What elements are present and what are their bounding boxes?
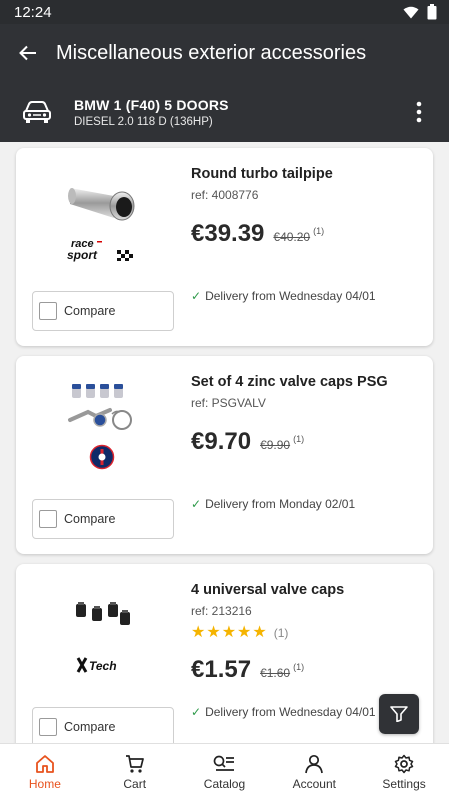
check-icon: ✓ (191, 705, 202, 719)
battery-icon (427, 4, 437, 20)
product-card[interactable]: Tech 4 universal valve caps ref: 213216 … (16, 564, 433, 743)
product-title[interactable]: Set of 4 zinc valve caps PSG (191, 374, 388, 390)
product-title[interactable]: Round turbo tailpipe (191, 166, 333, 182)
checkbox[interactable] (39, 510, 57, 528)
valve-caps-image (62, 586, 142, 646)
price: €1.57 (191, 656, 252, 683)
price-row: €9.70 €9.90 (1) (191, 428, 304, 456)
compare-checkbox[interactable]: Compare (32, 707, 174, 743)
wifi-icon (403, 6, 419, 18)
nav-label: Home (28, 776, 61, 791)
product-card[interactable]: race sport Round turbo tailpipe ref: 400… (16, 148, 433, 346)
checkbox[interactable] (39, 302, 57, 320)
valve-caps-keyring-image (62, 378, 142, 438)
arrow-left-icon (19, 45, 36, 61)
catalog-icon (214, 755, 235, 771)
compare-label: Compare (64, 512, 116, 526)
star-icon: ★ (252, 624, 267, 641)
vehicle-engine: DIESEL 2.0 118 D (136HP) (74, 115, 213, 128)
filter-button[interactable] (379, 694, 419, 734)
delivery-text: Delivery from Monday 02/01 (205, 497, 356, 511)
nav-settings[interactable]: Settings (359, 744, 449, 800)
status-bar: 12:24 (0, 0, 449, 24)
more-vert-icon (416, 101, 422, 123)
compare-label: Compare (64, 304, 116, 318)
delivery-text: Delivery from Wednesday 04/01 (205, 705, 376, 719)
brand-logo: race sport (62, 234, 142, 264)
checkbox[interactable] (39, 718, 57, 736)
nav-home[interactable]: Home (0, 744, 90, 800)
page-title: Miscellaneous exterior accessories (56, 41, 367, 64)
nav-label: Settings (382, 776, 426, 791)
old-price: €1.60 (260, 666, 291, 680)
price-footnote: (1) (313, 226, 325, 236)
svg-text:sport: sport (67, 248, 98, 262)
car-icon (0, 100, 74, 124)
price: €9.70 (191, 428, 252, 455)
star-icon: ★ (191, 624, 206, 641)
star-rating[interactable]: ★ ★ ★ ★ ★ (1) (191, 625, 288, 641)
vehicle-info: BMW 1 (F40) 5 DOORS DIESEL 2.0 118 D (13… (74, 97, 397, 128)
star-icon: ★ (237, 624, 252, 641)
product-ref: ref: 4008776 (191, 188, 259, 202)
check-icon: ✓ (191, 497, 202, 511)
nav-label: Cart (123, 776, 147, 791)
more-options-button[interactable] (397, 90, 441, 134)
delivery-text: Delivery from Wednesday 04/01 (205, 289, 376, 303)
delivery-info: ✓ Delivery from Wednesday 04/01 (191, 705, 376, 719)
price-footnote: (1) (293, 662, 305, 672)
vehicle-bar[interactable]: BMW 1 (F40) 5 DOORS DIESEL 2.0 118 D (13… (0, 82, 449, 142)
svg-text:Tech: Tech (89, 659, 117, 673)
check-icon: ✓ (191, 289, 202, 303)
status-icons (403, 4, 437, 20)
back-button[interactable] (0, 24, 56, 82)
delivery-info: ✓ Delivery from Wednesday 04/01 (191, 289, 376, 303)
product-ref: ref: PSGVALV (191, 396, 266, 410)
home-icon (35, 754, 54, 773)
price-footnote: (1) (293, 434, 305, 444)
cart-icon (125, 754, 144, 773)
product-title[interactable]: 4 universal valve caps (191, 582, 344, 598)
status-time: 12:24 (14, 3, 52, 21)
product-list[interactable]: race sport Round turbo tailpipe ref: 400… (0, 142, 449, 743)
tailpipe-image (62, 170, 142, 230)
brand-logo (62, 442, 142, 472)
nav-label: Catalog (203, 776, 246, 791)
vehicle-model: BMW 1 (F40) 5 DOORS (74, 96, 229, 113)
gear-icon (394, 754, 414, 773)
brand-logo: Tech (62, 650, 142, 680)
star-icon: ★ (221, 624, 237, 641)
account-icon (305, 754, 324, 773)
old-price: €40.20 (273, 230, 311, 244)
compare-checkbox[interactable]: Compare (32, 499, 174, 539)
rating-count: (1) (273, 626, 289, 640)
nav-label: Account (292, 776, 336, 791)
bottom-nav: Home Cart Catalog Account Settings (0, 743, 449, 800)
nav-catalog[interactable]: Catalog (180, 744, 270, 800)
price-row: €39.39 €40.20 (1) (191, 220, 324, 248)
nav-account[interactable]: Account (269, 744, 359, 800)
price-row: €1.57 €1.60 (1) (191, 656, 304, 684)
delivery-info: ✓ Delivery from Monday 02/01 (191, 497, 355, 511)
product-ref: ref: 213216 (191, 604, 252, 618)
filter-icon (390, 706, 408, 722)
old-price: €9.90 (260, 438, 291, 452)
price: €39.39 (191, 220, 265, 247)
app-bar: Miscellaneous exterior accessories (0, 24, 449, 82)
compare-checkbox[interactable]: Compare (32, 291, 174, 331)
star-icon: ★ (206, 624, 221, 641)
nav-cart[interactable]: Cart (90, 744, 180, 800)
compare-label: Compare (64, 720, 116, 734)
product-card[interactable]: Set of 4 zinc valve caps PSG ref: PSGVAL… (16, 356, 433, 554)
